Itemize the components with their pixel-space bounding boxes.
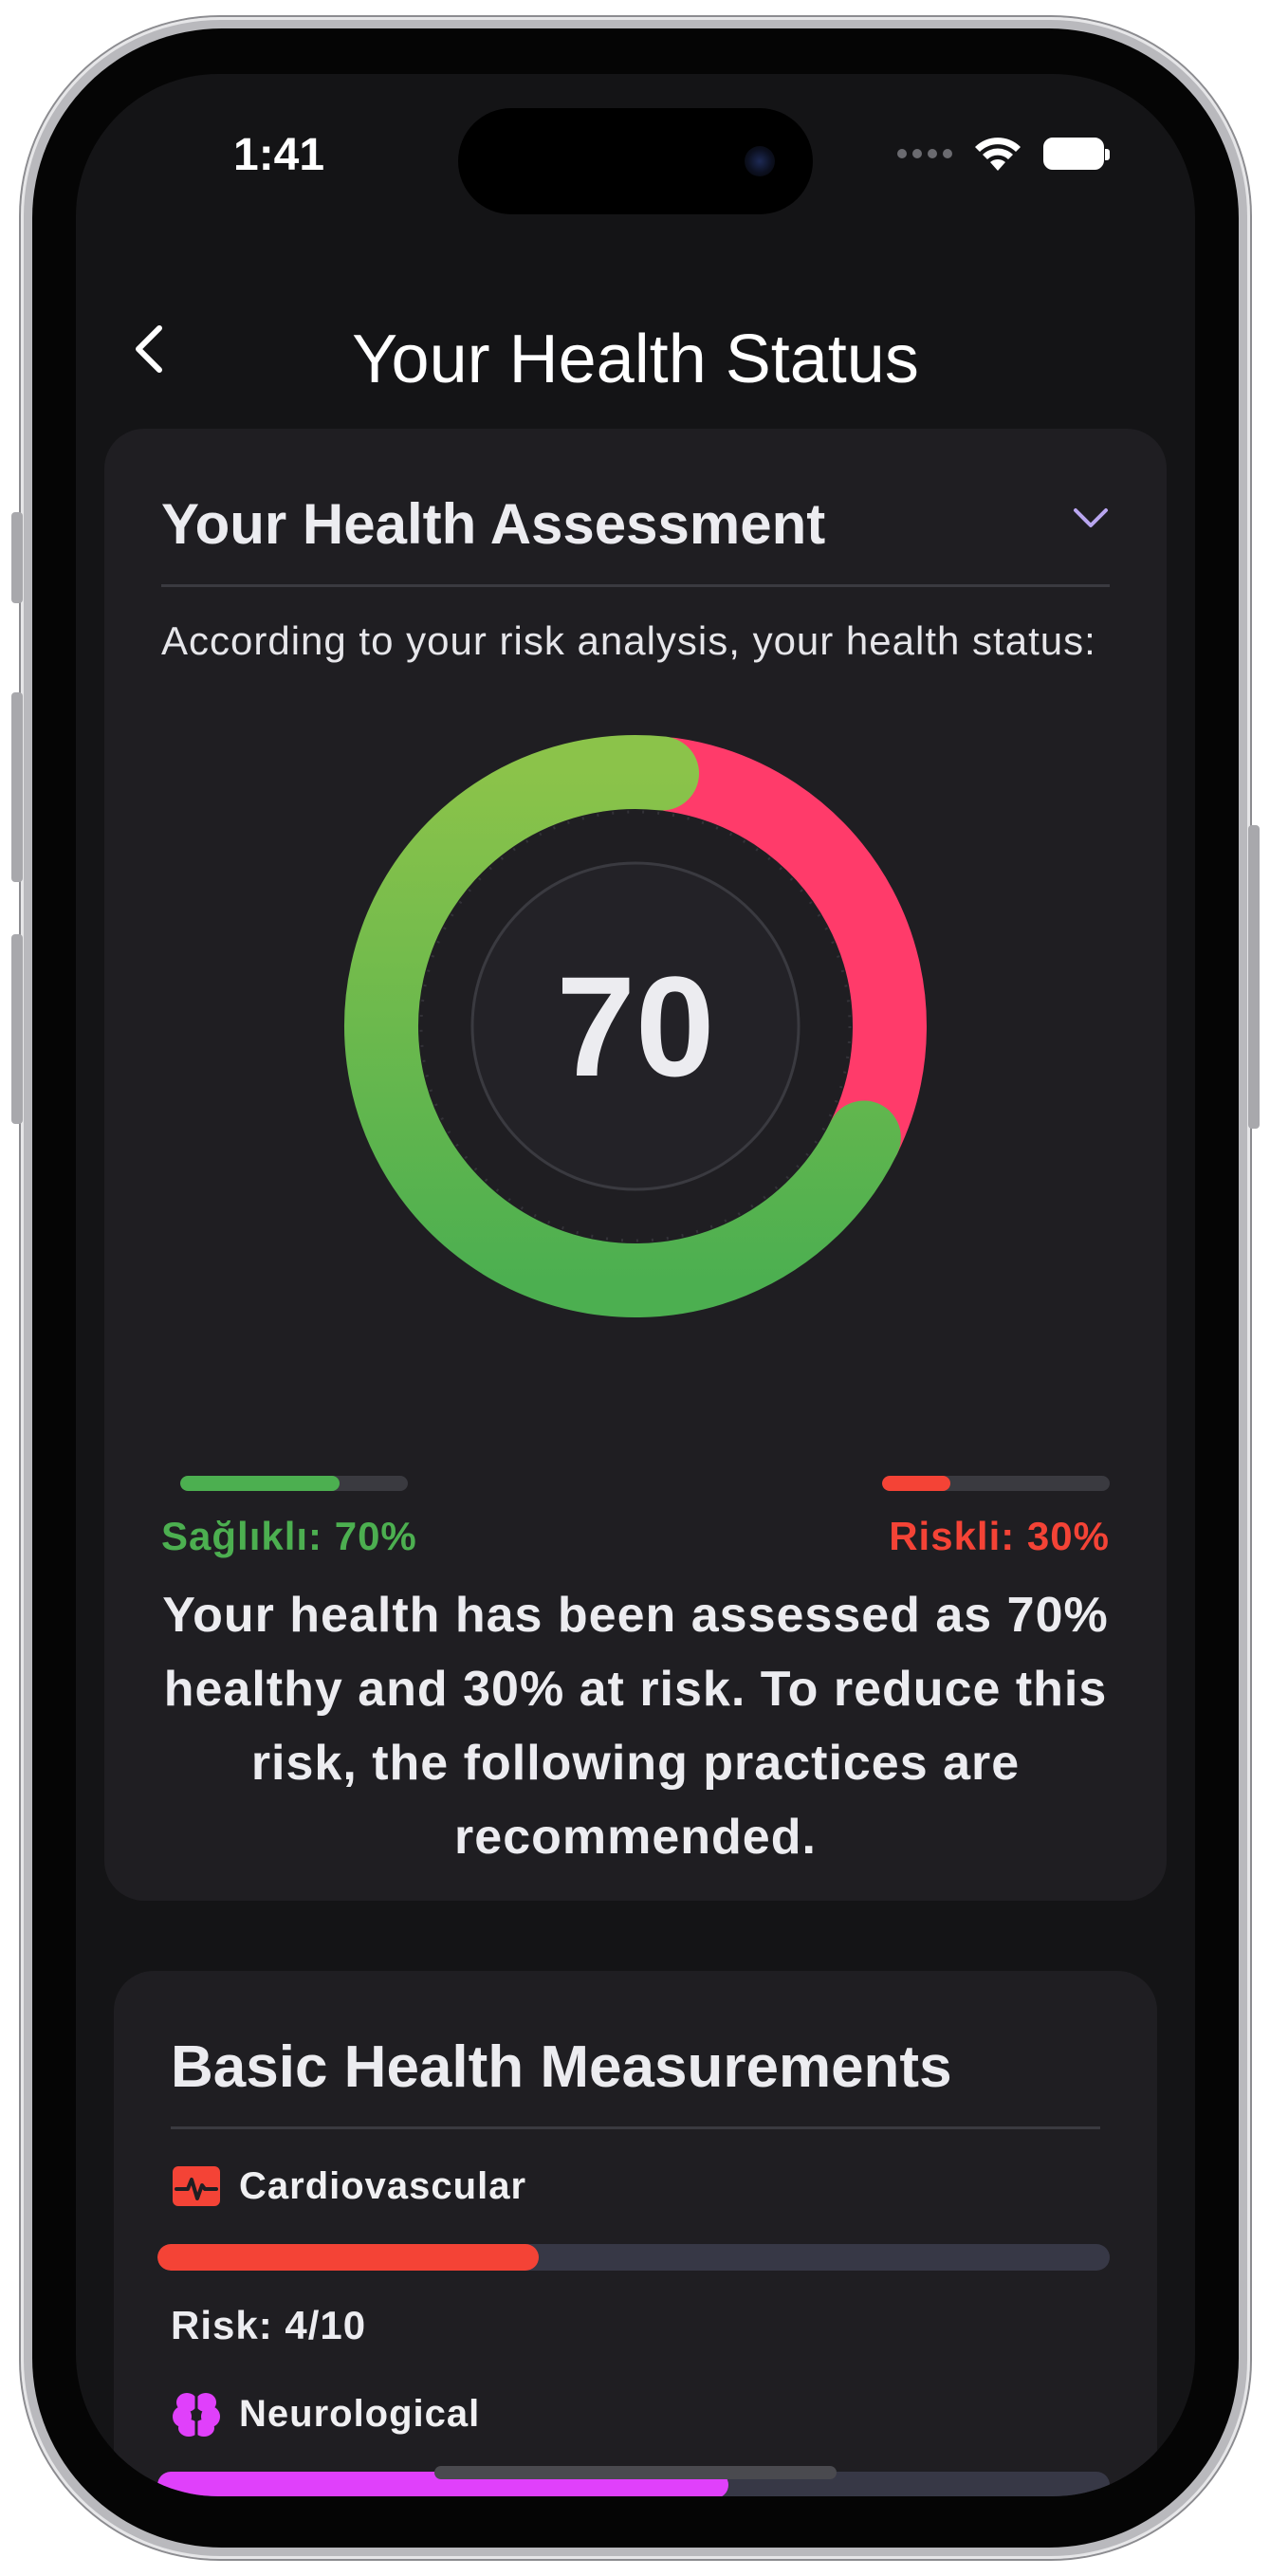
health-score: 70 <box>556 946 715 1106</box>
assessment-title: Your Health Assessment <box>161 492 826 556</box>
risk-progress-fill <box>882 1476 950 1491</box>
status-icons <box>897 135 1110 173</box>
health-assessment-card: Your Health Assessment According to your… <box>104 429 1167 1901</box>
brain-icon <box>173 2393 220 2437</box>
risk-progress-bar <box>882 1476 1110 1491</box>
screen: 1:41 Your Health Status Your Health Asse… <box>76 74 1195 2496</box>
wifi-icon <box>975 138 1021 171</box>
chevron-down-icon[interactable] <box>1072 505 1110 533</box>
metric-neurological-header: Neurological <box>171 2388 480 2439</box>
home-indicator[interactable] <box>434 2466 837 2479</box>
cardiovascular-risk-fill <box>157 2244 539 2271</box>
health-donut-chart: 70 <box>341 732 929 1320</box>
volume-down-button <box>11 934 23 1124</box>
assessment-summary: Your health has been assessed as 70% hea… <box>162 1588 1109 1865</box>
cardiovascular-risk-bar <box>157 2244 1110 2271</box>
basic-measurements-card: Basic Health Measurements Cardiovascular… <box>114 1971 1157 2496</box>
assessment-divider <box>161 584 1110 587</box>
camera-icon <box>745 146 775 176</box>
metric-cardiovascular-header: Cardiovascular <box>171 2161 526 2212</box>
healthy-label: Sağlıklı: 70% <box>161 1514 417 1558</box>
assessment-subtitle: According to your risk analysis, your he… <box>161 618 1096 663</box>
cardiovascular-risk-text: Risk: 4/10 <box>171 2303 367 2347</box>
nav-bar: Your Health Status <box>76 264 1195 397</box>
action-button <box>11 512 23 603</box>
dynamic-island <box>458 108 813 214</box>
healthy-progress-bar <box>180 1476 408 1491</box>
page-title: Your Health Status <box>352 322 919 397</box>
heart-pulse-icon <box>173 2166 220 2206</box>
power-button <box>1248 825 1260 1129</box>
cellular-signal-icon <box>897 149 952 158</box>
healthy-progress-fill <box>180 1476 340 1491</box>
volume-up-button <box>11 692 23 882</box>
measurements-title: Basic Health Measurements <box>171 2034 952 2100</box>
metric-label: Cardiovascular <box>239 2164 527 2207</box>
measurements-divider <box>171 2126 1100 2129</box>
metric-label: Neurological <box>239 2392 481 2435</box>
battery-icon <box>1043 138 1110 170</box>
status-time: 1:41 <box>233 130 325 180</box>
risk-label: Riskli: 30% <box>889 1514 1110 1558</box>
